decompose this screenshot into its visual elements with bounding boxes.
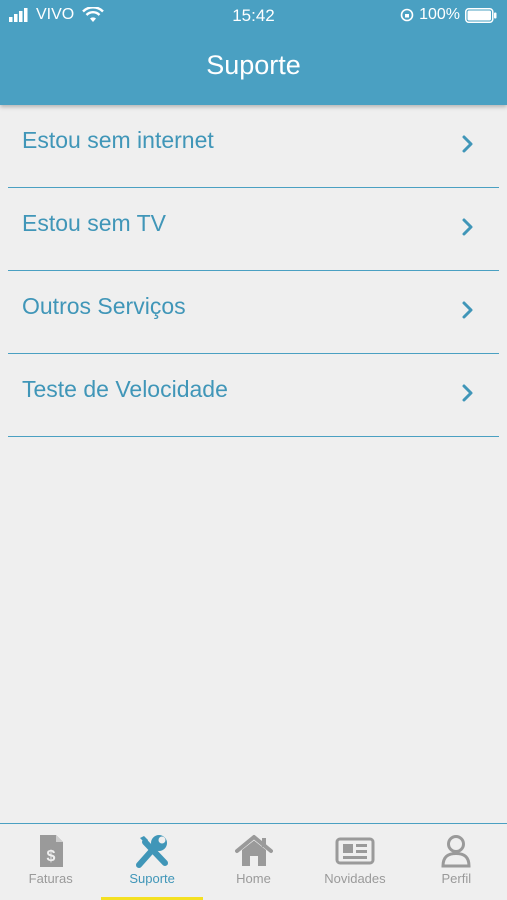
svg-text:$: $	[46, 848, 55, 865]
tab-faturas[interactable]: $ Faturas	[0, 824, 101, 900]
battery-icon	[465, 7, 497, 23]
menu-item-teste-velocidade[interactable]: Teste de Velocidade	[8, 354, 499, 437]
menu-item-outros-servicos[interactable]: Outros Serviços	[8, 271, 499, 354]
menu-item-label: Teste de Velocidade	[22, 376, 228, 402]
support-menu: Estou sem internet Estou sem TV Outros S…	[0, 105, 507, 437]
status-bar: VIVO 15:42 100%	[0, 0, 507, 30]
tab-suporte[interactable]: Suporte	[101, 824, 203, 900]
app-header: VIVO 15:42 100% Suporte	[0, 0, 507, 105]
page-title: Suporte	[206, 50, 301, 80]
person-icon	[441, 835, 471, 868]
tab-home[interactable]: Home	[203, 824, 304, 900]
chevron-right-icon	[462, 218, 473, 236]
tab-label: Novidades	[324, 871, 386, 886]
home-icon	[234, 835, 273, 866]
tab-label: Home	[236, 871, 271, 886]
menu-item-label: Estou sem TV	[22, 210, 167, 236]
menu-item-sem-internet[interactable]: Estou sem internet	[8, 105, 499, 188]
orientation-lock-icon	[400, 8, 414, 22]
battery-percent: 100%	[419, 6, 460, 23]
chevron-right-icon	[462, 384, 473, 402]
tab-label: Suporte	[129, 871, 175, 886]
chevron-right-icon	[462, 135, 473, 153]
tab-novidades[interactable]: Novidades	[304, 824, 405, 900]
tools-icon	[136, 835, 169, 868]
tab-label: Perfil	[441, 871, 472, 886]
status-right: 100%	[400, 6, 497, 24]
menu-item-sem-tv[interactable]: Estou sem TV	[8, 188, 499, 271]
invoice-icon: $	[39, 835, 63, 867]
tab-label: Faturas	[28, 871, 73, 886]
tab-bar: $ Faturas Suporte Home Novidades Perfil	[0, 823, 507, 900]
newspaper-icon	[335, 837, 375, 865]
tab-perfil[interactable]: Perfil	[406, 824, 507, 900]
menu-item-label: Estou sem internet	[22, 127, 214, 153]
menu-item-label: Outros Serviços	[22, 293, 186, 319]
chevron-right-icon	[462, 301, 473, 319]
